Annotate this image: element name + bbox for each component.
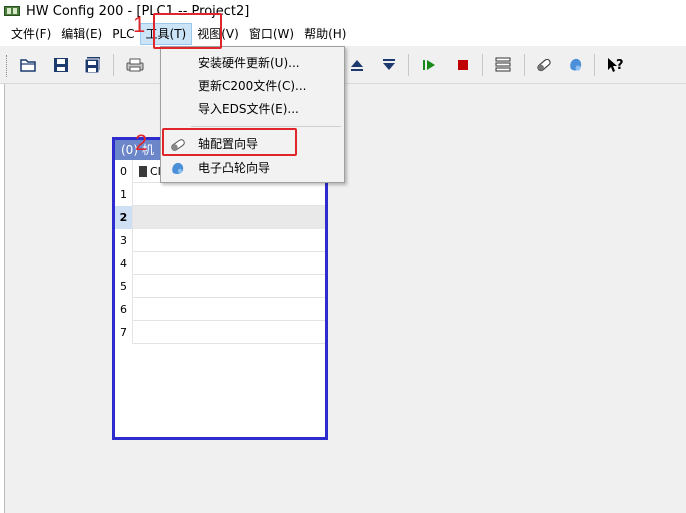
toolbar-separator (113, 54, 114, 76)
download-icon[interactable] (378, 54, 400, 76)
annotation-box-step2 (162, 128, 297, 156)
svg-text:?: ? (616, 58, 624, 73)
slot-module-cell[interactable] (132, 183, 325, 206)
slot-number: 3 (115, 229, 132, 252)
rack-row[interactable]: 1 (115, 183, 325, 206)
slot-number: 5 (115, 275, 132, 298)
module-list-icon[interactable] (492, 54, 514, 76)
annotation-number-step2: 2 (135, 130, 148, 155)
slot-number: 2 (115, 206, 132, 229)
slot-module-cell[interactable] (132, 206, 325, 229)
rack-row[interactable]: 3 (115, 229, 325, 252)
slot-module-cell[interactable] (132, 321, 325, 344)
menu-window[interactable]: 窗口(W) (244, 23, 299, 45)
slot-module-cell[interactable] (132, 229, 325, 252)
run-icon[interactable] (418, 54, 440, 76)
menu-import-eds-file[interactable]: 导入EDS文件(E)... (161, 98, 344, 120)
cam-wizard-icon[interactable] (565, 54, 587, 76)
axis-wizard-icon[interactable] (533, 54, 555, 76)
tools-dropdown-menu: 安装硬件更新(U)... 更新C200文件(C)... 导入EDS文件(E)..… (160, 46, 345, 183)
menu-electronic-cam-wizard[interactable]: 电子凸轮向导 (161, 157, 344, 179)
slot-number: 1 (115, 183, 132, 206)
menu-separator (191, 126, 341, 127)
open-folder-icon[interactable] (18, 54, 40, 76)
title-bar: HW Config 200 - [PLC1 -- Project2] (0, 0, 686, 22)
annotation-box-step1 (153, 13, 222, 49)
rack-row[interactable]: 6 (115, 298, 325, 321)
menu-update-c200-file[interactable]: 更新C200文件(C)... (161, 75, 344, 97)
upload-icon[interactable] (346, 54, 368, 76)
rack-row[interactable]: 4 (115, 252, 325, 275)
menu-bar: 文件(F) 编辑(E) PLC 工具(T) 视图(V) 窗口(W) 帮助(H) (0, 22, 686, 46)
rack-row[interactable]: 7 (115, 321, 325, 344)
stop-icon[interactable] (452, 54, 474, 76)
toolbar-separator (594, 54, 595, 76)
menu-electronic-cam-wizard-label: 电子凸轮向导 (198, 161, 271, 175)
rack-row-selected[interactable]: 2 (115, 206, 325, 229)
menu-file[interactable]: 文件(F) (6, 23, 56, 45)
print-icon[interactable] (124, 54, 146, 76)
toolbar-grip[interactable] (6, 55, 9, 77)
toolbar-separator (408, 54, 409, 76)
slot-number: 0 (115, 160, 132, 183)
slot-number: 4 (115, 252, 132, 275)
menu-install-hw-updates[interactable]: 安装硬件更新(U)... (161, 52, 344, 74)
app-icon (4, 4, 20, 18)
slot-number: 7 (115, 321, 132, 344)
annotation-number-step1: 1 (133, 12, 146, 37)
save-all-icon[interactable] (82, 54, 104, 76)
save-icon[interactable] (50, 54, 72, 76)
menu-edit[interactable]: 编辑(E) (56, 23, 107, 45)
slot-number: 6 (115, 298, 132, 321)
slot-module-cell[interactable] (132, 275, 325, 298)
slot-module-cell[interactable] (132, 252, 325, 275)
menu-help[interactable]: 帮助(H) (299, 23, 351, 45)
toolbar-separator (482, 54, 483, 76)
toolbar-separator (524, 54, 525, 76)
cpu-module-icon (139, 165, 147, 177)
cam-wizard-icon (170, 161, 186, 175)
rack-row[interactable]: 5 (115, 275, 325, 298)
slot-module-cell[interactable] (132, 298, 325, 321)
help-icon[interactable]: ? (604, 54, 626, 76)
workspace (4, 84, 686, 513)
